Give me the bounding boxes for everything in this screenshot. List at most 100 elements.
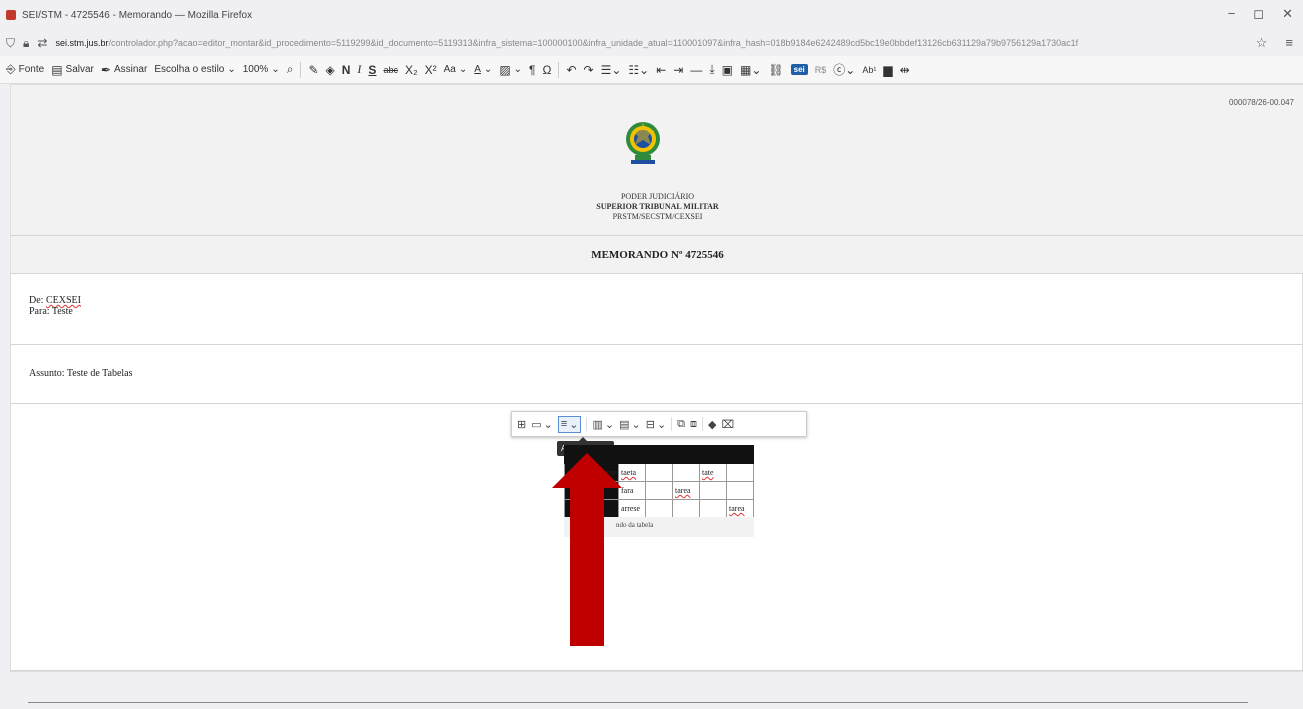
- de-label: De:: [29, 295, 46, 306]
- abbreviation-button[interactable]: Ab¹: [862, 65, 876, 75]
- toolbar-separator: [558, 61, 560, 78]
- document-editor-area[interactable]: 000078/26-00.047 PODER JUDICIÁRIO SUPERI…: [10, 84, 1303, 672]
- comment-icon[interactable]: ▆: [883, 63, 892, 77]
- bold-button[interactable]: N: [342, 63, 351, 77]
- table-cell[interactable]: [699, 481, 727, 500]
- section-divider: [11, 670, 1303, 671]
- chevron-down-icon: ⌄: [513, 64, 523, 75]
- table-cell[interactable]: [618, 445, 646, 464]
- table-cell[interactable]: [699, 499, 727, 518]
- cell-properties-icon[interactable]: ⧈: [690, 418, 697, 431]
- section-divider: [11, 403, 1303, 404]
- strikethrough-button[interactable]: abc: [383, 65, 398, 75]
- document-title: MEMORANDO Nº 4725546: [11, 236, 1303, 274]
- undo-icon[interactable]: ↶: [566, 63, 576, 77]
- shield-icon[interactable]: ⛉: [6, 36, 15, 51]
- zoom-select[interactable]: 100% ⌄: [243, 64, 280, 75]
- horizontal-line-icon[interactable]: —: [690, 63, 702, 77]
- annotation-arrow-icon: [552, 453, 622, 646]
- pen-icon: ✒: [100, 62, 111, 77]
- table-cell[interactable]: [672, 445, 700, 464]
- address-bar[interactable]: ⛉ 🔒︎ ⇄ sei.stm.jus.br /controlador.php?a…: [0, 30, 1303, 56]
- toolbar-separator: [671, 417, 673, 431]
- eraser-icon[interactable]: ◈: [326, 63, 335, 77]
- assinar-button[interactable]: ✒ Assinar: [101, 63, 147, 77]
- save-icon: ▤: [51, 62, 63, 77]
- table-cell[interactable]: [726, 445, 754, 464]
- table-cell[interactable]: [645, 481, 673, 500]
- table-row-icon[interactable]: ▤ ⌄: [619, 418, 641, 431]
- table-cell-properties-icon[interactable]: ⧉: [677, 418, 685, 431]
- window-titlebar: SEI/STM - 4725546 - Memorando — Mozilla …: [0, 0, 1303, 30]
- link-icon[interactable]: ⛓: [768, 63, 783, 77]
- merge-cells-icon[interactable]: ⊟ ⌄: [646, 418, 666, 431]
- numbered-list-icon[interactable]: ☰⌄: [601, 63, 622, 77]
- chevron-down-icon: ⌄: [458, 64, 468, 75]
- table-cell[interactable]: taeta: [618, 463, 646, 482]
- coat-of-arms-icon: [626, 122, 660, 164]
- table-column-icon[interactable]: ▥ ⌄: [592, 418, 614, 431]
- menu-icon[interactable]: ≡: [1285, 35, 1293, 51]
- assunto-line: Assunto: Teste de Tabelas: [29, 368, 133, 379]
- permissions-icon[interactable]: ⇄: [37, 36, 47, 50]
- close-button[interactable]: ✕: [1282, 6, 1293, 22]
- table-cell[interactable]: tate: [699, 463, 727, 482]
- remove-format-icon[interactable]: ⌧: [722, 418, 735, 431]
- underline-button[interactable]: S: [368, 63, 376, 77]
- table-cell[interactable]: [699, 445, 727, 464]
- table-cell[interactable]: [672, 463, 700, 482]
- chevron-down-icon: ⌄: [227, 64, 236, 75]
- change-case-button[interactable]: Aa ⌄: [444, 64, 468, 75]
- table-cell[interactable]: fara: [618, 481, 646, 500]
- sei-link-button[interactable]: sei: [790, 64, 808, 75]
- maximize-button[interactable]: ◻: [1253, 6, 1264, 22]
- maximize-icon[interactable]: ⇹: [900, 63, 910, 77]
- page-break-icon[interactable]: ⤓: [709, 62, 714, 77]
- redo-icon[interactable]: ↷: [584, 63, 594, 77]
- minimize-button[interactable]: −: [1228, 6, 1236, 22]
- font-color-button[interactable]: A ⌄: [474, 64, 492, 75]
- table-caption-icon[interactable]: ▭ ⌄: [531, 418, 553, 431]
- table-cell[interactable]: [726, 463, 754, 482]
- bookmark-star-icon[interactable]: ☆: [1256, 35, 1268, 51]
- table-cell[interactable]: [672, 499, 700, 518]
- toolbar-separator: [702, 417, 704, 431]
- special-char-button[interactable]: Ω: [543, 63, 552, 77]
- format-painter-icon[interactable]: ✎: [308, 63, 318, 77]
- align-table-button[interactable]: ≡ ⌄: [557, 415, 582, 433]
- background-color-button[interactable]: ▨ ⌄: [499, 63, 522, 77]
- table-cell[interactable]: tarea: [726, 499, 754, 518]
- italic-button[interactable]: I: [357, 62, 361, 77]
- table-properties-icon[interactable]: ⊞: [517, 418, 526, 431]
- table-cell[interactable]: [726, 481, 754, 500]
- find-replace-icon[interactable]: ⌕: [287, 62, 294, 77]
- chevron-down-icon: ⌄: [631, 418, 641, 431]
- image-icon[interactable]: ▣: [722, 63, 733, 77]
- currency-button[interactable]: R$: [815, 65, 827, 75]
- chevron-down-icon: ⌄: [543, 418, 553, 431]
- url-path: /controlador.php?acao=editor_montar&id_p…: [108, 38, 1079, 48]
- lock-icon[interactable]: 🔒︎: [23, 36, 29, 51]
- style-select[interactable]: Escolha o estilo ⌄: [154, 64, 235, 75]
- table-cell[interactable]: [645, 445, 673, 464]
- table-cell[interactable]: [645, 463, 673, 482]
- table-icon[interactable]: ▦⌄: [740, 63, 761, 77]
- indent-icon[interactable]: ⇥: [673, 63, 683, 77]
- table-cell[interactable]: arrese: [618, 499, 646, 518]
- autotext-icon[interactable]: ⓒ⌄: [833, 61, 855, 78]
- fonte-button[interactable]: ⎆ Fonte: [6, 62, 44, 77]
- salvar-button[interactable]: ▤ Salvar: [51, 63, 94, 77]
- show-blocks-button[interactable]: ¶: [529, 63, 535, 77]
- highlight-icon: ▨: [499, 62, 511, 77]
- para-line: Para: Teste: [29, 306, 73, 317]
- table-cell[interactable]: tarea: [672, 481, 700, 500]
- fill-icon[interactable]: ◆: [708, 418, 716, 431]
- bullet-list-icon[interactable]: ☷⌄: [628, 63, 649, 77]
- outdent-icon[interactable]: ⇤: [656, 63, 666, 77]
- chevron-down-icon: ⌄: [569, 418, 579, 431]
- url-host: sei.stm.jus.br: [55, 38, 109, 48]
- subscript-button[interactable]: X₂: [405, 63, 418, 77]
- table-cell[interactable]: [645, 499, 673, 518]
- superscript-button[interactable]: X²: [425, 63, 437, 77]
- sender-recipient-block: De: CEXSEI Para: Teste: [29, 295, 81, 317]
